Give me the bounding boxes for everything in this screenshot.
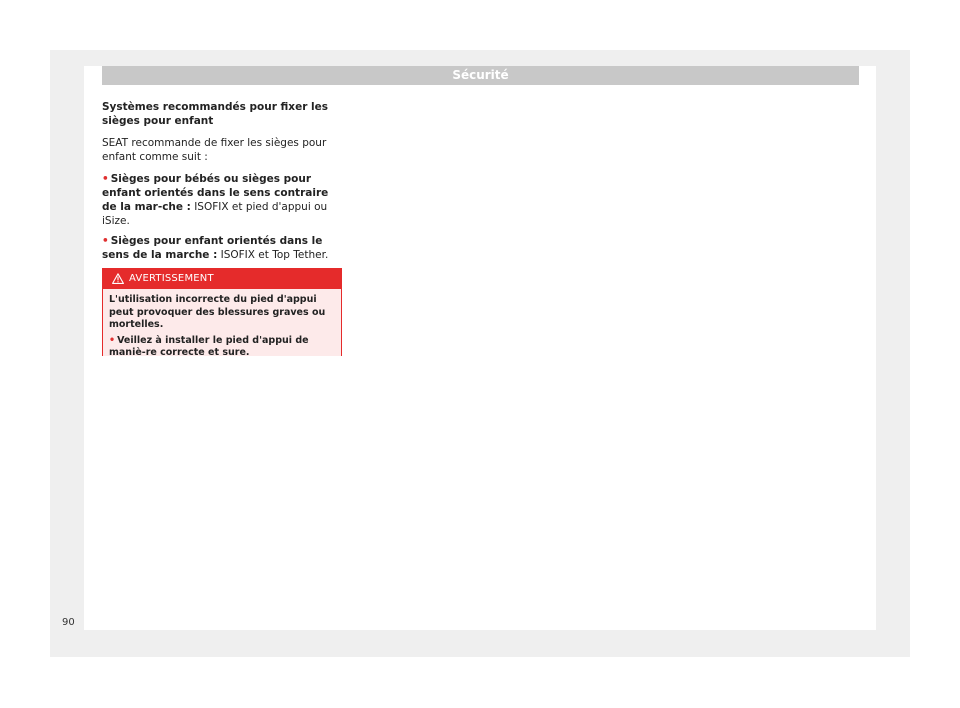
content-column: Systèmes recommandés pour fixer les sièg… [102, 100, 342, 268]
warning-body: L'utilisation incorrecte du pied d'appui… [103, 289, 341, 358]
warning-triangle-icon [112, 273, 124, 284]
section-header-bar: Sécurité [102, 66, 859, 85]
warning-box: AVERTISSEMENT L'utilisation incorrecte d… [102, 268, 342, 358]
warning-bullet-text: Veillez à installer le pied d'appui de m… [109, 334, 309, 359]
list-item-text: ISOFIX et Top Tether. [217, 249, 329, 261]
warning-header: AVERTISSEMENT [103, 269, 341, 289]
intro-paragraph: SEAT recommande de fixer les sièges pour… [102, 137, 327, 163]
bullet-dot-icon: • [102, 235, 109, 247]
warning-list-item: • Veillez à installer le pied d'appui de … [109, 335, 335, 360]
list-item: • Sièges pour bébés ou sièges pour enfant… [102, 172, 342, 228]
section-title: Sécurité [452, 68, 509, 82]
warning-text: L'utilisation incorrecte du pied d'appui… [109, 294, 326, 330]
page-number: 90 [62, 617, 75, 628]
bullet-dot-icon: • [109, 334, 116, 346]
section-heading: Systèmes recommandés pour fixer les sièg… [102, 101, 329, 127]
bullet-dot-icon: • [102, 173, 109, 185]
list-item: • Sièges pour enfant orientés dans le sen… [102, 234, 342, 262]
warning-title: AVERTISSEMENT [129, 273, 214, 284]
